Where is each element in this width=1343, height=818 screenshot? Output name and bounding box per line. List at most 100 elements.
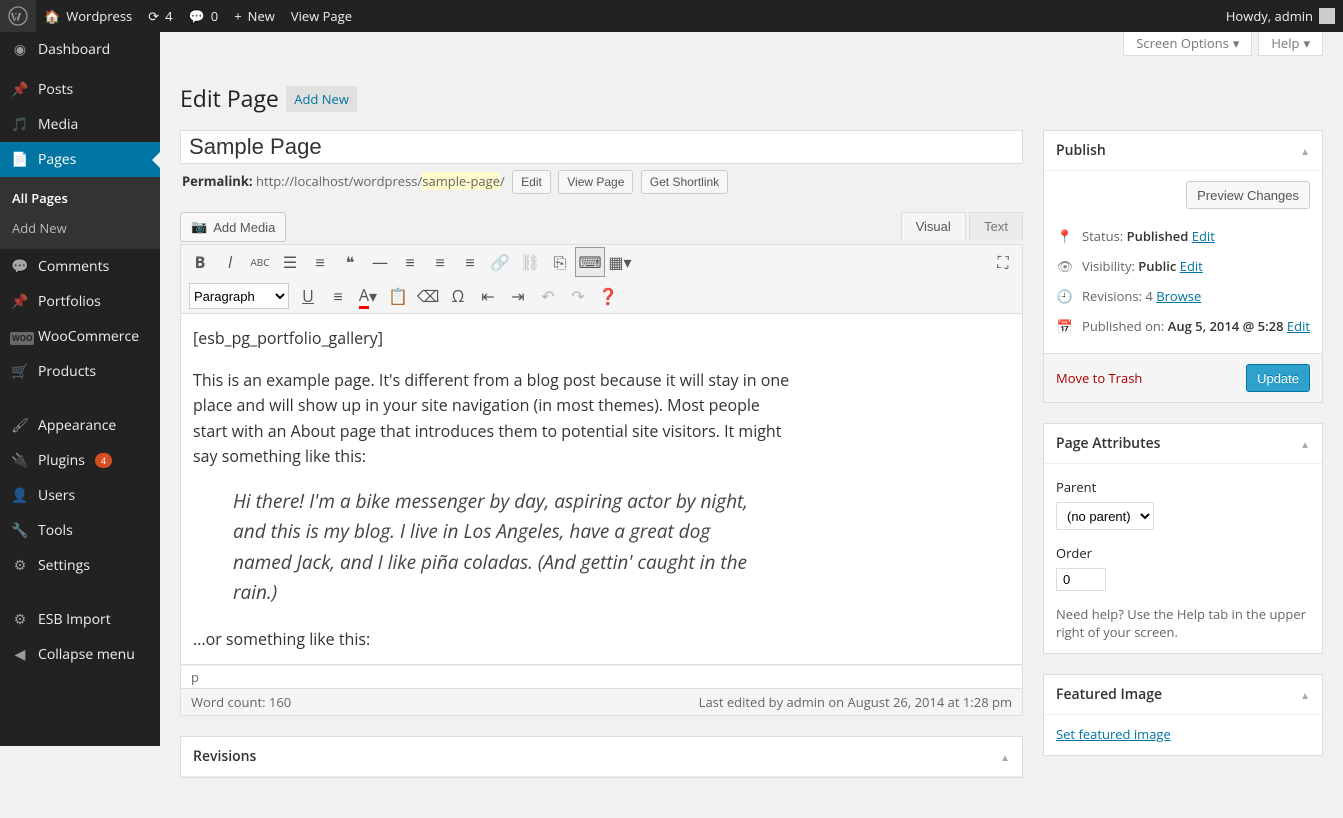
update-button[interactable]: Update (1246, 364, 1310, 392)
editor-toolbar: B I ABC ☰ ≡ ❝ — ≡ ≡ ≡ 🔗 (180, 244, 1023, 314)
menu-plugins[interactable]: 🔌Plugins4 (0, 443, 160, 478)
pin-icon: 📌 (10, 292, 30, 311)
editor-path[interactable]: p (180, 665, 1023, 689)
format-select[interactable]: Paragraph (189, 283, 289, 309)
comments-link[interactable]: 💬0 (181, 0, 227, 32)
add-new-button[interactable]: Add New (286, 86, 357, 112)
wp-logo[interactable] (0, 0, 36, 32)
undo-button[interactable]: ↶ (533, 281, 563, 311)
edit-visibility-link[interactable]: Edit (1180, 257, 1203, 275)
updates-count: 4 (165, 7, 172, 25)
special-char-button[interactable]: Ω (443, 281, 473, 311)
menu-comments[interactable]: 💬Comments (0, 249, 160, 284)
fullscreen-button[interactable]: ⛶ (988, 247, 1018, 277)
unlink-button[interactable]: ⛓ (515, 247, 545, 277)
view-page-button[interactable]: View Page (558, 170, 633, 194)
menu-dashboard[interactable]: ◉Dashboard (0, 32, 160, 67)
get-shortlink-button[interactable]: Get Shortlink (641, 170, 728, 194)
view-page-link[interactable]: View Page (283, 0, 360, 32)
revisions-heading[interactable]: Revisions▲ (181, 737, 1022, 777)
brush-icon: 🖌 (10, 416, 30, 435)
link-button[interactable]: 🔗 (485, 247, 515, 277)
my-account[interactable]: Howdy, admin (1218, 0, 1343, 32)
permalink-slug[interactable]: sample-page (422, 172, 500, 190)
help-icon-button[interactable]: ❓ (593, 281, 623, 311)
menu-settings[interactable]: ⚙Settings (0, 548, 160, 583)
permalink-box: Permalink: http://localhost/wordpress/sa… (182, 170, 1023, 194)
parent-select[interactable]: (no parent) (1056, 502, 1154, 530)
menu-esb-import[interactable]: ⚙ESB Import (0, 602, 160, 637)
editor-content[interactable]: [esb_pg_portfolio_gallery] This is an ex… (181, 314, 1022, 664)
published-date: Aug 5, 2014 @ 5:28 (1168, 317, 1284, 335)
underline-button[interactable]: U (293, 281, 323, 311)
menu-pages[interactable]: 📄Pages (0, 142, 160, 177)
align-left-button[interactable]: ≡ (395, 247, 425, 277)
page-title: Edit Page (180, 73, 279, 118)
publish-heading[interactable]: Publish▲ (1044, 131, 1322, 171)
comment-icon: 💬 (10, 257, 30, 276)
site-name-link[interactable]: 🏠Wordpress (36, 0, 140, 32)
justify-button[interactable]: ≡ (323, 281, 353, 311)
menu-users[interactable]: 👤Users (0, 478, 160, 513)
content-blockquote: Hi there! I'm a bike messenger by day, a… (233, 486, 763, 608)
redo-button[interactable]: ↷ (563, 281, 593, 311)
edit-slug-button[interactable]: Edit (512, 170, 551, 194)
howdy-text: Howdy, admin (1226, 7, 1313, 25)
page-attributes-postbox: Page Attributes▲ Parent (no parent) Orde… (1043, 423, 1323, 654)
strike-button[interactable]: ABC (245, 247, 275, 277)
move-to-trash-link[interactable]: Move to Trash (1056, 369, 1142, 387)
paste-text-button[interactable]: 📋 (383, 281, 413, 311)
outdent-button[interactable]: ⇤ (473, 281, 503, 311)
hr-button[interactable]: — (365, 247, 395, 277)
visibility-value: Public (1138, 257, 1176, 275)
menu-woocommerce[interactable]: WOOWooCommerce (0, 319, 160, 354)
order-input[interactable] (1056, 568, 1106, 591)
toolbar-toggle-button[interactable]: ⌨ (575, 247, 605, 277)
submenu-add-new[interactable]: Add New (0, 213, 160, 243)
tab-visual[interactable]: Visual (901, 212, 966, 240)
menu-portfolios[interactable]: 📌Portfolios (0, 284, 160, 319)
menu-appearance[interactable]: 🖌Appearance (0, 408, 160, 443)
publish-postbox: Publish▲ Preview Changes 📍Status: Publis… (1043, 130, 1323, 403)
preview-changes-button[interactable]: Preview Changes (1186, 181, 1310, 209)
add-media-button[interactable]: 📷Add Media (180, 212, 286, 242)
menu-products[interactable]: 🛒Products (0, 354, 160, 389)
updates-icon: ⟳ (148, 7, 159, 25)
chevron-down-icon: ▾ (1303, 34, 1310, 52)
browse-revisions-link[interactable]: Browse (1156, 287, 1201, 305)
menu-posts[interactable]: 📌Posts (0, 72, 160, 107)
menu-tools[interactable]: 🔧Tools (0, 513, 160, 548)
ol-button[interactable]: ≡ (305, 247, 335, 277)
menu-media[interactable]: 🎵Media (0, 107, 160, 142)
submenu-all-pages[interactable]: All Pages (0, 183, 160, 213)
key-icon: 📍 (1056, 227, 1074, 245)
calendar-icon: 📅 (1056, 317, 1074, 335)
quote-button[interactable]: ❝ (335, 247, 365, 277)
screen-options-button[interactable]: Screen Options ▾ (1123, 31, 1252, 56)
edit-date-link[interactable]: Edit (1287, 317, 1310, 335)
help-button[interactable]: Help ▾ (1258, 31, 1323, 56)
text-color-button[interactable]: A▾ (353, 281, 383, 311)
italic-button[interactable]: I (215, 247, 245, 277)
tab-text[interactable]: Text (969, 212, 1023, 240)
clear-format-button[interactable]: ⌫ (413, 281, 443, 311)
bold-button[interactable]: B (185, 247, 215, 277)
admin-bar: 🏠Wordpress ⟳4 💬0 +New View Page Howdy, a… (0, 0, 1343, 32)
featured-image-heading[interactable]: Featured Image▲ (1044, 675, 1322, 715)
page-attributes-heading[interactable]: Page Attributes▲ (1044, 424, 1322, 464)
word-count: Word count: 160 (191, 693, 291, 711)
kitchen-sink-button[interactable]: ▦▾ (605, 247, 635, 277)
align-center-button[interactable]: ≡ (425, 247, 455, 277)
more-button[interactable]: ⎘ (545, 247, 575, 277)
align-right-button[interactable]: ≡ (455, 247, 485, 277)
edit-status-link[interactable]: Edit (1192, 227, 1215, 245)
user-icon: 👤 (10, 486, 30, 505)
admin-menu: ◉Dashboard 📌Posts 🎵Media 📄Pages All Page… (0, 32, 160, 746)
indent-button[interactable]: ⇥ (503, 281, 533, 311)
title-input[interactable] (180, 130, 1023, 164)
set-featured-image-link[interactable]: Set featured image (1056, 725, 1171, 743)
updates-link[interactable]: ⟳4 (140, 0, 180, 32)
new-content-link[interactable]: +New (226, 0, 283, 32)
ul-button[interactable]: ☰ (275, 247, 305, 277)
menu-collapse[interactable]: ◀Collapse menu (0, 637, 160, 672)
